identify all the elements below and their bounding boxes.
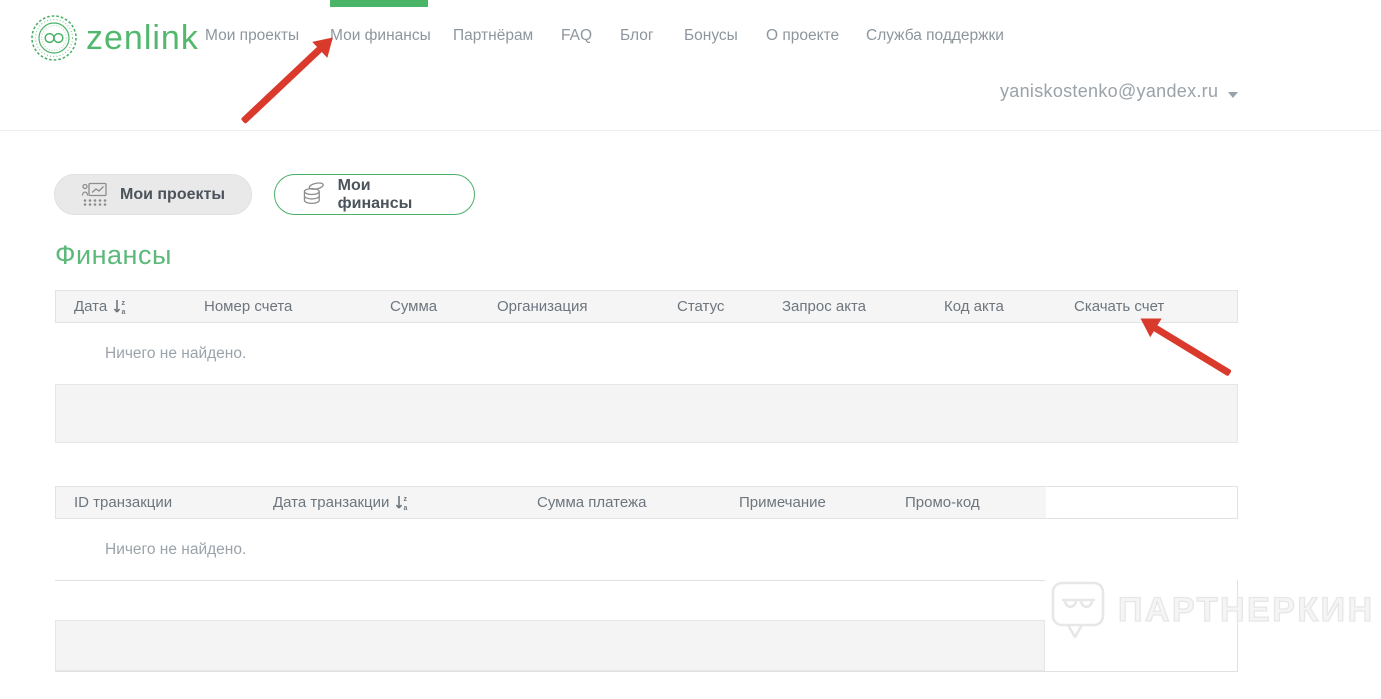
- sort-desc-icon: z a: [396, 495, 408, 511]
- invoices-empty-message: Ничего не найдено.: [105, 345, 247, 362]
- invoices-table-header: Дата z a Номер счета Сумма Организация С…: [55, 290, 1238, 323]
- zenlink-logo[interactable]: zenlink: [30, 14, 199, 62]
- invoices-col-date[interactable]: Дата z a: [74, 291, 127, 322]
- sort-desc-icon: z a: [114, 299, 126, 315]
- svg-text:a: a: [404, 505, 408, 511]
- nav-item-partners[interactable]: Партнёрам: [453, 27, 533, 45]
- tab-my-finances[interactable]: Мои финансы: [274, 174, 475, 215]
- header-divider: [0, 130, 1381, 131]
- nav-item-my-finances[interactable]: Мои финансы: [330, 27, 431, 45]
- nav-item-bonuses[interactable]: Бонусы: [684, 27, 738, 45]
- svg-text:z: z: [122, 300, 126, 307]
- invoices-col-invoice-number: Номер счета: [204, 298, 293, 315]
- account-email: yaniskostenko@yandex.ru: [1000, 81, 1219, 101]
- active-nav-indicator: [330, 0, 428, 7]
- transactions-table-footer: [55, 580, 1238, 672]
- invoices-col-status: Статус: [677, 298, 725, 315]
- invoices-table-footer: [55, 384, 1238, 443]
- presentation-icon: [81, 182, 107, 206]
- svg-text:z: z: [404, 496, 408, 503]
- coins-icon: [303, 182, 324, 204]
- nav-item-faq[interactable]: FAQ: [561, 27, 592, 45]
- annotation-arrow-to-finances-nav: [240, 46, 323, 125]
- chevron-down-icon: [1228, 91, 1239, 98]
- account-menu[interactable]: yaniskostenko@yandex.ru: [1000, 81, 1239, 102]
- transactions-col-date[interactable]: Дата транзакции z a: [273, 487, 409, 518]
- invoices-col-act-request: Запрос акта: [782, 298, 866, 315]
- nav-item-my-projects[interactable]: Мои проекты: [205, 27, 299, 45]
- zenlink-logo-icon: [31, 15, 77, 61]
- transactions-empty-message: Ничего не найдено.: [105, 541, 247, 558]
- transactions-table-header: ID транзакции Дата транзакции z a Сумма …: [55, 486, 1238, 519]
- transactions-footer-block: [55, 620, 1045, 671]
- invoices-col-amount: Сумма: [390, 298, 438, 315]
- invoices-col-act-code: Код акта: [944, 298, 1004, 315]
- tab-my-finances-label: Мои финансы: [337, 176, 413, 212]
- tab-my-projects[interactable]: Мои проекты: [54, 174, 252, 215]
- annotation-arrow-to-download-invoice: [1152, 324, 1232, 377]
- tab-my-projects-label: Мои проекты: [120, 185, 225, 203]
- transactions-col-promo-code: Промо-код: [905, 494, 980, 511]
- transactions-row-divider: [55, 580, 1045, 581]
- brand-name: zenlink: [86, 18, 199, 57]
- nav-item-blog[interactable]: Блог: [620, 27, 654, 45]
- transactions-col-note: Примечание: [739, 494, 826, 511]
- svg-text:a: a: [122, 309, 126, 315]
- transactions-col-payment-amount: Сумма платежа: [537, 494, 647, 511]
- nav-item-about[interactable]: О проекте: [766, 27, 839, 45]
- nav-item-support[interactable]: Служба поддержки: [866, 27, 1004, 45]
- transactions-col-id: ID транзакции: [74, 494, 173, 511]
- page-title: Финансы: [55, 240, 172, 270]
- invoices-col-organization: Организация: [497, 298, 588, 315]
- zenlink-finances-page: zenlink Мои проекты Мои финансы Партнёра…: [0, 0, 1381, 699]
